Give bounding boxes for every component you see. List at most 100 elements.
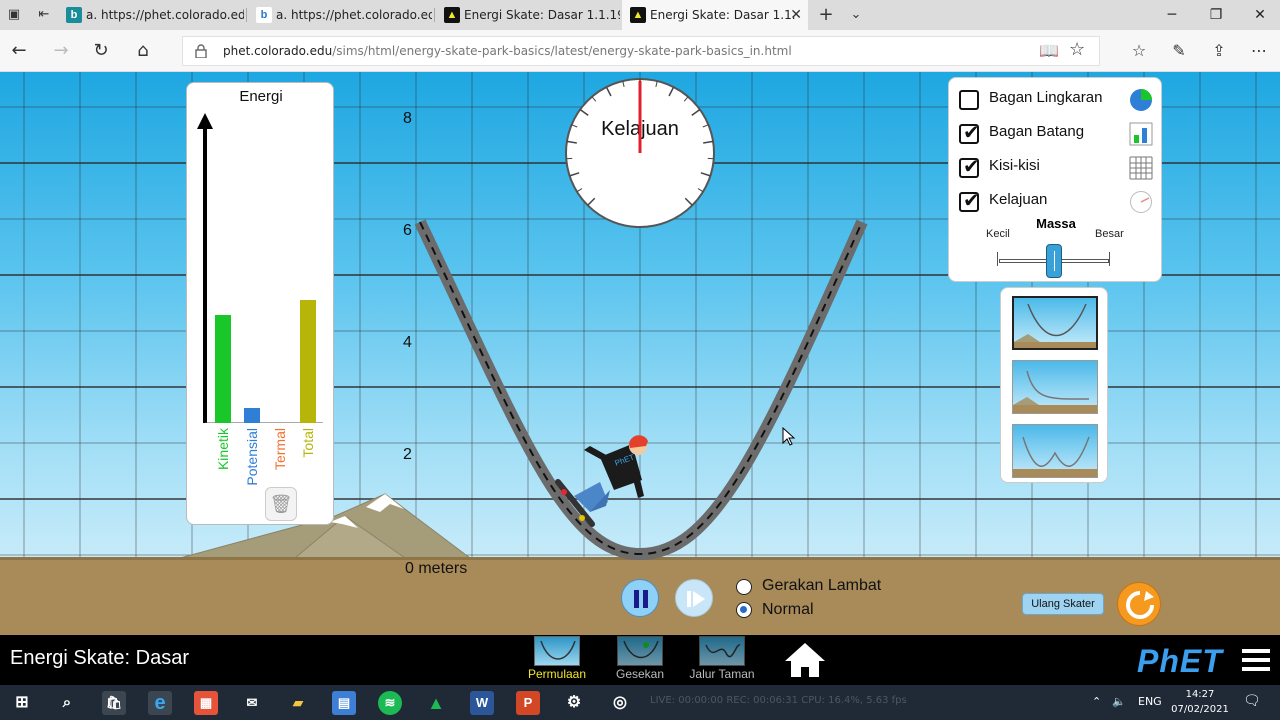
- close-tab-icon[interactable]: ✕: [790, 0, 802, 30]
- spotify-icon[interactable]: ≋: [378, 691, 402, 715]
- new-tab-icon[interactable]: +: [816, 5, 836, 25]
- browser-tab-bar: ▣ ⇤ b a. https://phet.colorado.edu b a. …: [0, 0, 1280, 30]
- tab-separator: [246, 8, 247, 22]
- browser-tab-1[interactable]: b a. https://phet.colorado.edu: [58, 0, 244, 30]
- checkmark-icon: ✔: [963, 120, 980, 144]
- forward-arrow-icon[interactable]: →: [48, 38, 74, 64]
- mail-icon[interactable]: ✉: [240, 691, 264, 715]
- screen-playground-icon: [699, 636, 745, 666]
- word-icon[interactable]: W: [470, 691, 494, 715]
- reset-skater-button[interactable]: Ulang Skater: [1022, 593, 1104, 615]
- app-window-icon[interactable]: ▤: [332, 691, 356, 715]
- volume-icon[interactable]: 🔈: [1112, 695, 1126, 708]
- browser-tab-4-active[interactable]: ▲ Energi Skate: Dasar 1.1. ✕: [622, 0, 808, 30]
- checkbox-box[interactable]: ✔: [959, 188, 980, 212]
- home-screen-icon[interactable]: [784, 641, 826, 679]
- bar-label-potensial: Potensial: [244, 428, 260, 486]
- store-icon[interactable]: 🛍: [102, 691, 126, 715]
- scene-double-well-button[interactable]: [1012, 424, 1098, 478]
- phet-menu-icon[interactable]: [1242, 649, 1270, 671]
- share-icon[interactable]: ⇪: [1206, 38, 1232, 64]
- scene-slope-button[interactable]: [1012, 360, 1098, 414]
- settings-gear-icon[interactable]: ⚙: [562, 691, 586, 715]
- favorite-star-icon[interactable]: ☆: [1069, 39, 1085, 60]
- restore-icon[interactable]: ❐: [1194, 0, 1238, 30]
- screen-playground-button[interactable]: Jalur Taman: [687, 635, 757, 685]
- checkmark-icon: ✔: [963, 154, 980, 178]
- home-icon[interactable]: ⌂: [130, 38, 156, 64]
- normal-speed-radio[interactable]: [736, 602, 752, 618]
- pause-button[interactable]: [621, 579, 659, 617]
- file-explorer-icon[interactable]: ▰: [286, 691, 310, 715]
- screen-friction-icon: [617, 636, 663, 666]
- screen-label: Jalur Taman: [689, 667, 755, 681]
- energy-bar-chart-panel: Energi Kinetik Potensial Termal Total 🗑: [186, 82, 334, 525]
- energy-bar-kinetik: [215, 315, 231, 423]
- windows-start-icon[interactable]: ⊞: [10, 691, 34, 715]
- simulation-area: 8 6 4 2 0 meters PhET Energi Kinetik Pot…: [0, 72, 1280, 635]
- triangle-app-icon[interactable]: ▲: [424, 691, 448, 715]
- reset-all-button[interactable]: [1117, 582, 1161, 626]
- checkbox-bar-chart[interactable]: ✔ Bagan Batang: [959, 120, 1159, 146]
- search-icon[interactable]: ⌕: [55, 691, 79, 715]
- mass-max-label: Besar: [1095, 228, 1124, 240]
- reset-icon: [1126, 591, 1154, 619]
- sim-title: Energi Skate: Dasar: [10, 647, 189, 669]
- scene-parabola-button[interactable]: [1012, 296, 1098, 350]
- checkbox-pie-chart[interactable]: Bagan Lingkaran: [959, 88, 1159, 112]
- browser-tab-2[interactable]: b a. https://phet.colorado.edu: [248, 0, 432, 30]
- clock-time: 14:27: [1185, 689, 1215, 700]
- bar-label-termal: Termal: [272, 428, 288, 471]
- minimize-icon[interactable]: ─: [1150, 0, 1194, 30]
- slow-motion-radio[interactable]: [736, 579, 752, 595]
- normal-speed-label: Normal: [762, 601, 814, 618]
- obs-recorder-icon[interactable]: ◎: [608, 691, 632, 715]
- phet-logo[interactable]: PhET: [1137, 643, 1223, 680]
- url-text: phet.colorado.edu/sims/html/energy-skate…: [223, 44, 792, 58]
- step-forward-button[interactable]: [675, 579, 713, 617]
- checkbox-box[interactable]: ✔: [959, 120, 980, 144]
- screen-intro-button[interactable]: Permulaan: [522, 635, 592, 685]
- checkbox-label: Bagan Batang: [989, 123, 1085, 140]
- speedometer: Kelajuan: [565, 78, 715, 228]
- gift-app-icon[interactable]: ▦: [194, 691, 218, 715]
- tab-list-chevron-icon[interactable]: ⌄: [846, 5, 866, 25]
- checkbox-grid[interactable]: ✔ Kisi-kisi: [959, 154, 1159, 180]
- chevron-up-icon[interactable]: ⌃: [1092, 695, 1101, 708]
- set-aside-tabs-icon[interactable]: ⇤: [34, 5, 54, 25]
- powerpoint-icon[interactable]: P: [516, 691, 540, 715]
- clear-thermal-trash-icon[interactable]: 🗑: [265, 487, 297, 521]
- refresh-icon[interactable]: ↻: [88, 38, 114, 64]
- close-window-icon[interactable]: ✕: [1238, 0, 1280, 30]
- browser-nav-bar: ← → ↻ ⌂ phet.colorado.edu/sims/html/ener…: [0, 30, 1280, 72]
- screen-friction-button[interactable]: Gesekan: [605, 635, 675, 685]
- bing-icon: b: [66, 7, 82, 23]
- reading-view-icon[interactable]: 📖: [1039, 41, 1059, 60]
- back-arrow-icon[interactable]: ←: [6, 38, 32, 64]
- pen-notes-icon[interactable]: ✎: [1166, 38, 1192, 64]
- energy-axis-arrow: [197, 113, 213, 129]
- tab-separator: [434, 8, 435, 22]
- energy-bar-potensial: [244, 408, 260, 423]
- speedometer-icon: [1130, 191, 1152, 213]
- mass-slider-thumb[interactable]: [1046, 244, 1062, 278]
- checkbox-label: Kisi-kisi: [989, 157, 1040, 174]
- address-bar[interactable]: phet.colorado.edu/sims/html/energy-skate…: [182, 36, 1100, 66]
- bar-chart-icon: [1129, 122, 1153, 146]
- tab-actions-icon[interactable]: ▣: [4, 5, 24, 25]
- checkbox-box[interactable]: [959, 90, 979, 110]
- mass-min-label: Kecil: [986, 228, 1010, 240]
- favorites-hub-icon[interactable]: ☆: [1126, 38, 1152, 64]
- skater[interactable]: PhET: [550, 432, 660, 532]
- notifications-icon[interactable]: 🗨: [1243, 693, 1261, 709]
- clock[interactable]: 14:27 07/02/2021: [1170, 687, 1230, 717]
- language-indicator[interactable]: ENG: [1138, 695, 1162, 708]
- checkbox-box[interactable]: ✔: [959, 154, 980, 178]
- screen-label: Gesekan: [615, 667, 665, 681]
- more-menu-icon[interactable]: ⋯: [1246, 38, 1272, 64]
- bar-label-kinetik: Kinetik: [215, 428, 231, 471]
- checkbox-speed[interactable]: ✔ Kelajuan: [959, 188, 1159, 214]
- edge-browser-icon[interactable]: e: [148, 691, 172, 715]
- browser-tab-3[interactable]: ▲ Energi Skate: Dasar 1.1.19: [436, 0, 620, 30]
- energy-bar-total: [300, 300, 316, 423]
